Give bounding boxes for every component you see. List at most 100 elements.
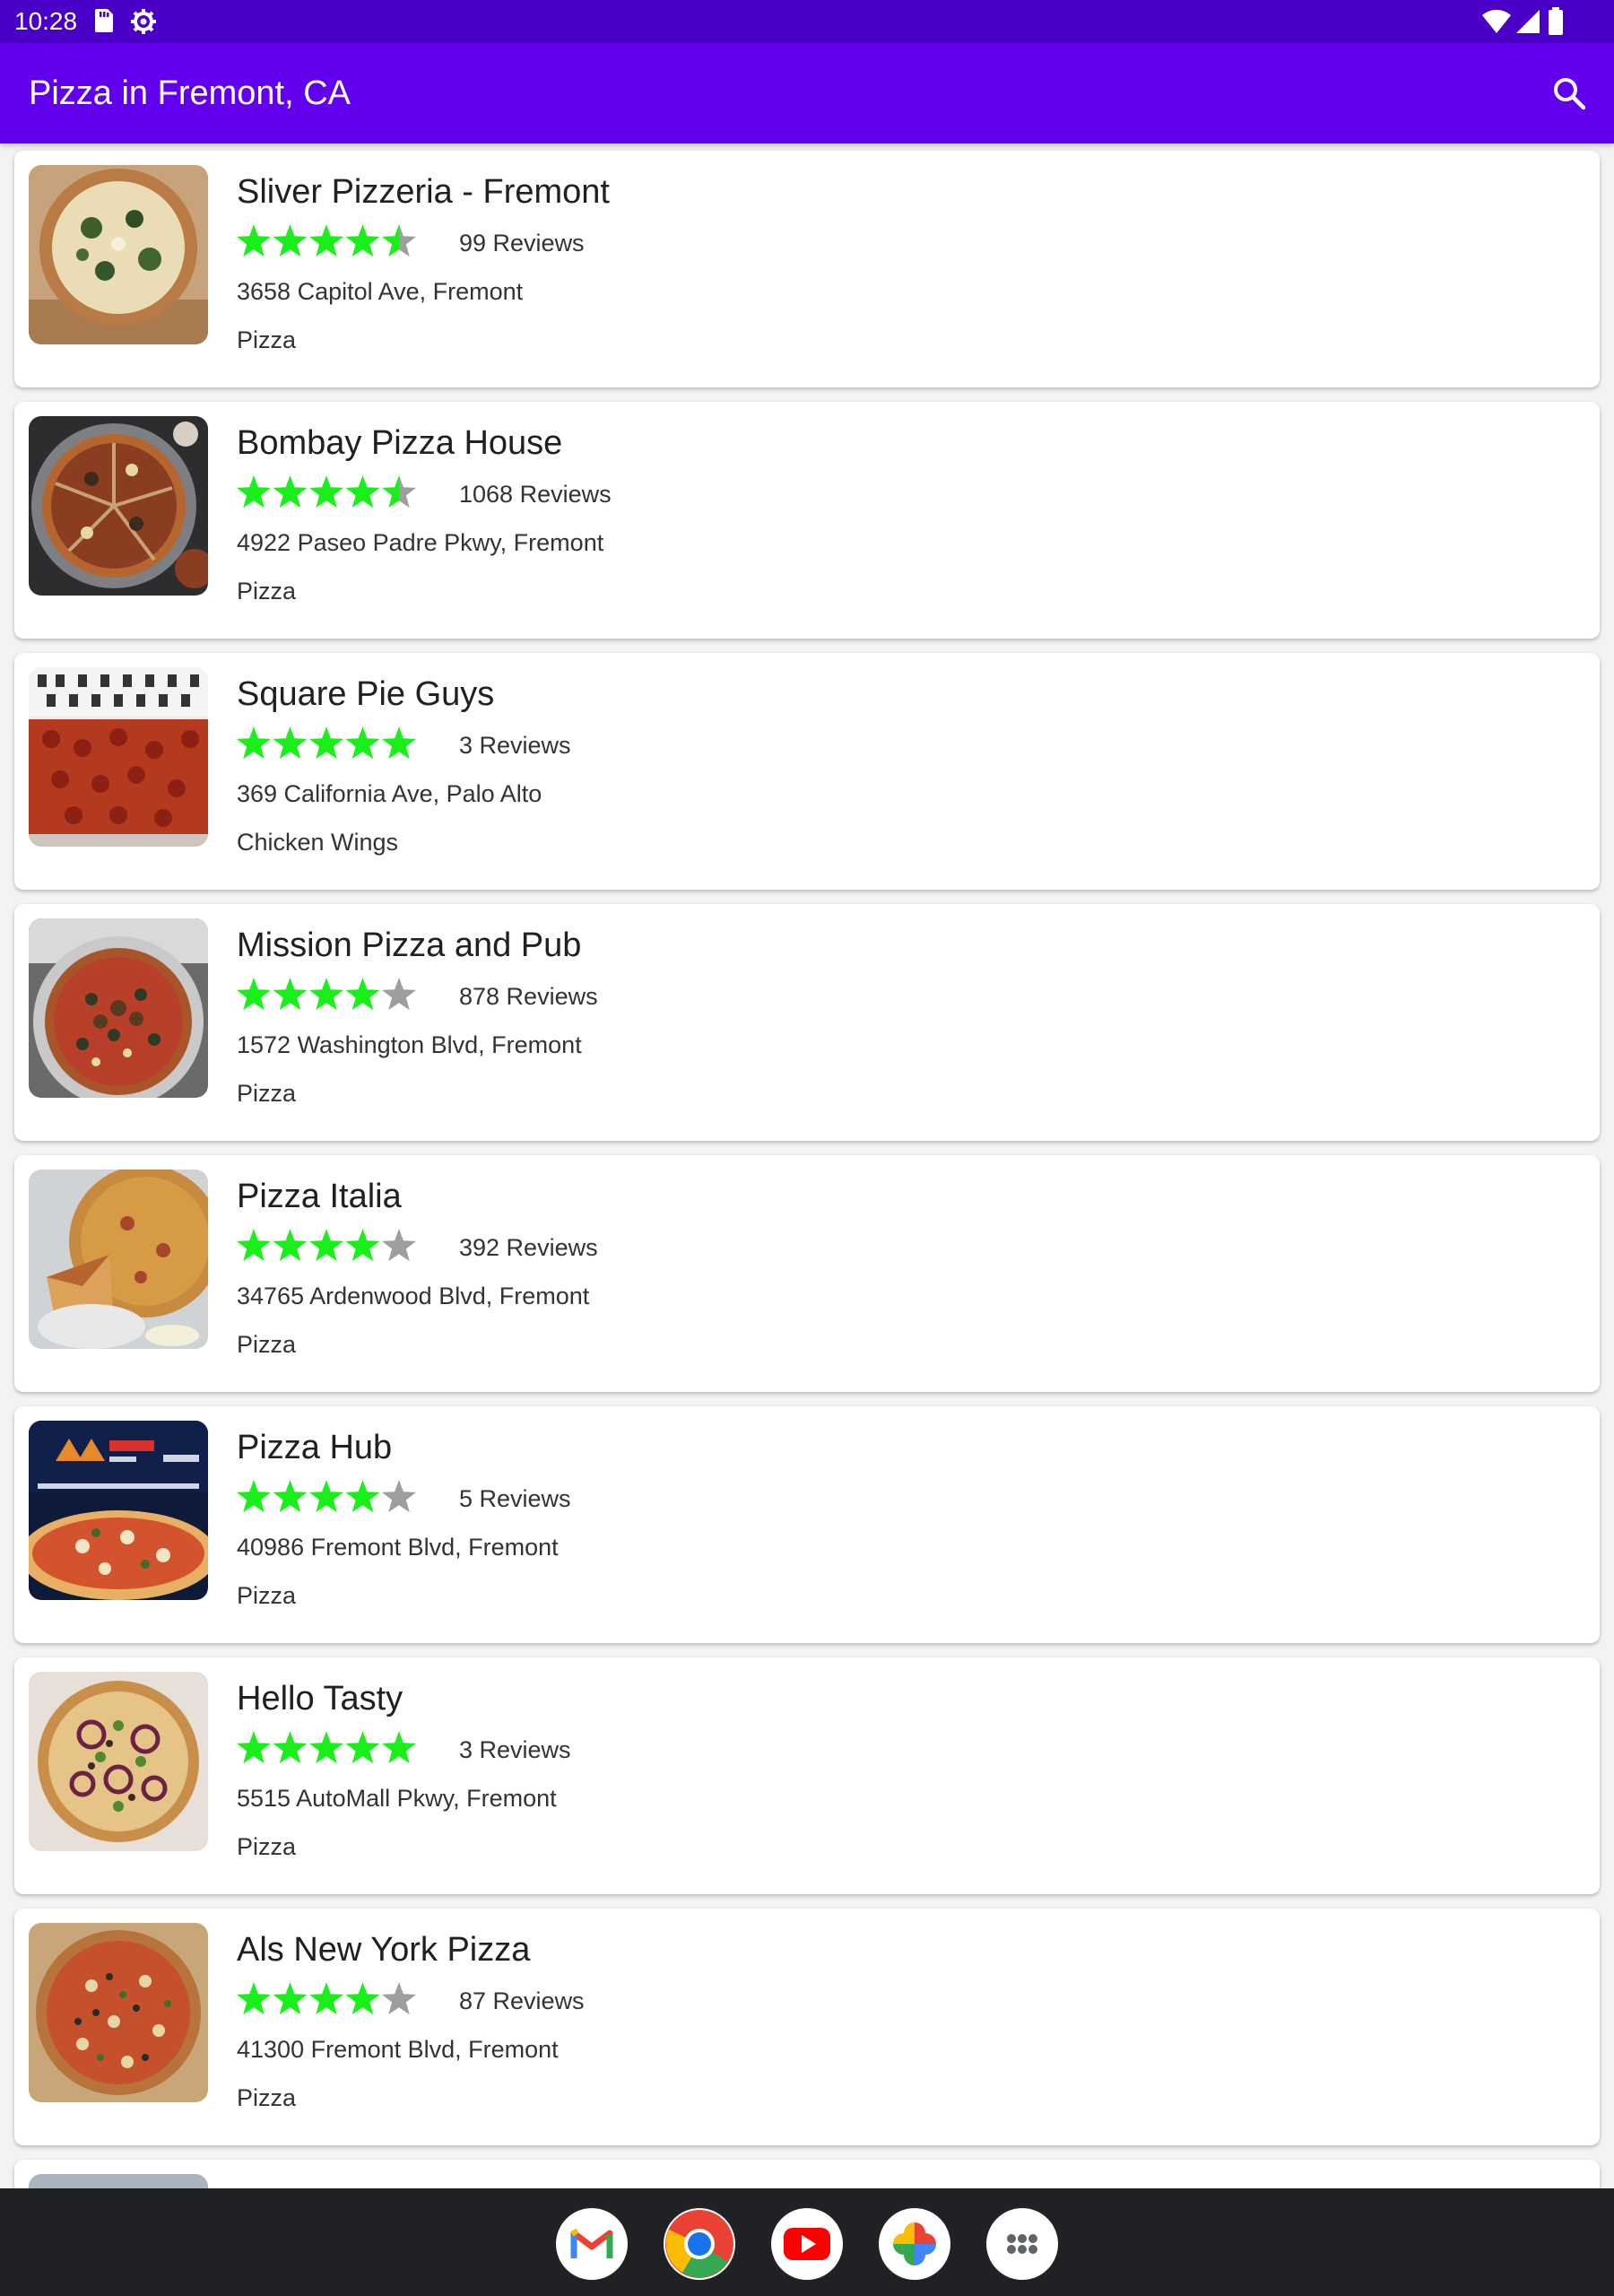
- wifi-icon: [1481, 9, 1512, 39]
- restaurant-category: Pizza: [237, 1080, 297, 1107]
- star-icon: [236, 475, 272, 509]
- star-icon: [273, 1480, 308, 1513]
- restaurant-address: 41300 Fremont Blvd, Fremont: [237, 2036, 559, 2063]
- restaurant-category: Pizza: [237, 1582, 297, 1609]
- search-icon: [1554, 78, 1586, 110]
- star-rating-icon: [236, 475, 417, 509]
- star-icon: [308, 224, 344, 257]
- restaurant-name: Bombay Pizza House: [237, 424, 563, 462]
- star-rating-icon: [236, 1480, 417, 1513]
- app-drawer-button[interactable]: [986, 2208, 1058, 2280]
- youtube-app[interactable]: [771, 2208, 843, 2280]
- search-button[interactable]: [1549, 74, 1589, 113]
- photos-app[interactable]: [879, 2208, 950, 2280]
- restaurant-address: 4922 Paseo Padre Pkwy, Fremont: [237, 529, 604, 556]
- star-icon: [345, 978, 380, 1011]
- restaurant-card[interactable]: Hello Tasty 3 Reviews 5515 AutoMall Pkwy…: [14, 1657, 1600, 1894]
- restaurant-name: Sliver Pizzeria - Fremont: [237, 173, 610, 211]
- review-count: 87 Reviews: [459, 1987, 585, 2014]
- restaurant-list[interactable]: Sliver Pizzeria - Fremont 99 Reviews 365…: [0, 144, 1614, 2188]
- restaurant-card[interactable]: Square Pie Guys 3 Reviews 369 California…: [14, 653, 1600, 890]
- restaurant-card[interactable]: Als New York Pizza 87 Reviews 41300 Frem…: [14, 1909, 1600, 2145]
- star-icon: [273, 1982, 308, 2015]
- star-icon: [345, 1480, 380, 1513]
- restaurant-photo: [29, 416, 208, 596]
- review-count: 1068 Reviews: [459, 481, 612, 508]
- star-icon: [381, 1229, 417, 1262]
- star-icon: [273, 978, 308, 1011]
- star-icon: [273, 726, 308, 760]
- star-icon: [308, 1480, 344, 1513]
- battery-icon: [1548, 7, 1564, 40]
- star-icon: [273, 1229, 308, 1262]
- star-icon: [308, 475, 344, 509]
- restaurant-category: Chicken Wings: [237, 829, 399, 856]
- restaurant-photo: [29, 1170, 208, 1349]
- restaurant-photo: [29, 1421, 208, 1600]
- star-icon: [236, 1982, 272, 2015]
- chrome-app[interactable]: [664, 2208, 735, 2280]
- restaurant-name: Als New York Pizza: [237, 1931, 531, 1969]
- restaurant-address: 5515 AutoMall Pkwy, Fremont: [237, 1785, 557, 1812]
- restaurant-photo: [29, 165, 208, 344]
- star-icon: [273, 224, 308, 257]
- star-icon: [308, 1982, 344, 2015]
- star-icon: [236, 978, 272, 1011]
- star-icon: [236, 1480, 272, 1513]
- chrome-icon: [665, 2210, 733, 2278]
- restaurant-category: Pizza: [237, 2084, 297, 2111]
- star-rating-icon: [236, 978, 417, 1011]
- restaurant-card[interactable]: [14, 2160, 1600, 2188]
- star-icon: [381, 1731, 417, 1764]
- restaurant-card[interactable]: Pizza Hub 5 Reviews 40986 Fremont Blvd, …: [14, 1406, 1600, 1643]
- app-drawer-icon: [1007, 2234, 1037, 2254]
- star-icon: [345, 1731, 380, 1764]
- star-rating-icon: [236, 1982, 417, 2015]
- star-icon: [308, 1229, 344, 1262]
- star-icon: [381, 1982, 417, 2015]
- restaurant-photo: [29, 2174, 208, 2188]
- restaurant-address: 34765 Ardenwood Blvd, Fremont: [237, 1283, 590, 1309]
- star-icon: [345, 726, 380, 760]
- restaurant-card[interactable]: Bombay Pizza House 1068 Reviews 4922 Pas…: [14, 402, 1600, 639]
- restaurant-name: Square Pie Guys: [237, 675, 495, 713]
- cellular-signal-icon: [1515, 9, 1540, 39]
- star-icon: [381, 726, 417, 760]
- restaurant-card[interactable]: Mission Pizza and Pub 878 Reviews 1572 W…: [14, 904, 1600, 1141]
- gmail-app[interactable]: [556, 2208, 628, 2280]
- restaurant-category: Pizza: [237, 1331, 297, 1358]
- page-title: Pizza in Fremont, CA: [29, 74, 351, 112]
- star-icon: [308, 978, 344, 1011]
- restaurant-photo: [29, 918, 208, 1098]
- restaurant-name: Mission Pizza and Pub: [237, 926, 582, 964]
- restaurant-card[interactable]: Pizza Italia 392 Reviews 34765 Ardenwood…: [14, 1155, 1600, 1392]
- review-count: 878 Reviews: [459, 983, 598, 1010]
- restaurant-card[interactable]: Sliver Pizzeria - Fremont 99 Reviews 365…: [14, 151, 1600, 387]
- review-count: 99 Reviews: [459, 230, 585, 257]
- review-count: 3 Reviews: [459, 732, 571, 759]
- restaurant-name: Hello Tasty: [237, 1680, 404, 1718]
- restaurant-category: Pizza: [237, 578, 297, 604]
- star-icon: [381, 1480, 417, 1513]
- star-icon: [236, 726, 272, 760]
- restaurant-category: Pizza: [237, 1833, 297, 1860]
- star-icon: [345, 224, 380, 257]
- gmail-icon: [570, 2228, 613, 2258]
- status-time: 10:28: [14, 7, 78, 35]
- star-icon: [345, 1982, 380, 2015]
- star-icon: [273, 475, 308, 509]
- status-bar: 10:28: [0, 0, 1614, 43]
- app-bar: Pizza in Fremont, CA: [0, 43, 1614, 144]
- star-icon: [381, 978, 417, 1011]
- review-count: 3 Reviews: [459, 1736, 571, 1763]
- photos-icon: [893, 2222, 936, 2266]
- star-icon: [236, 1731, 272, 1764]
- star-icon: [308, 726, 344, 760]
- restaurant-category: Pizza: [237, 326, 297, 353]
- restaurant-photo: [29, 1923, 208, 2102]
- restaurant-photo: [29, 1672, 208, 1851]
- star-rating-icon: [236, 224, 417, 257]
- app-dock: [0, 2188, 1614, 2296]
- star-icon: [273, 1731, 308, 1764]
- restaurant-address: 40986 Fremont Blvd, Fremont: [237, 1534, 559, 1561]
